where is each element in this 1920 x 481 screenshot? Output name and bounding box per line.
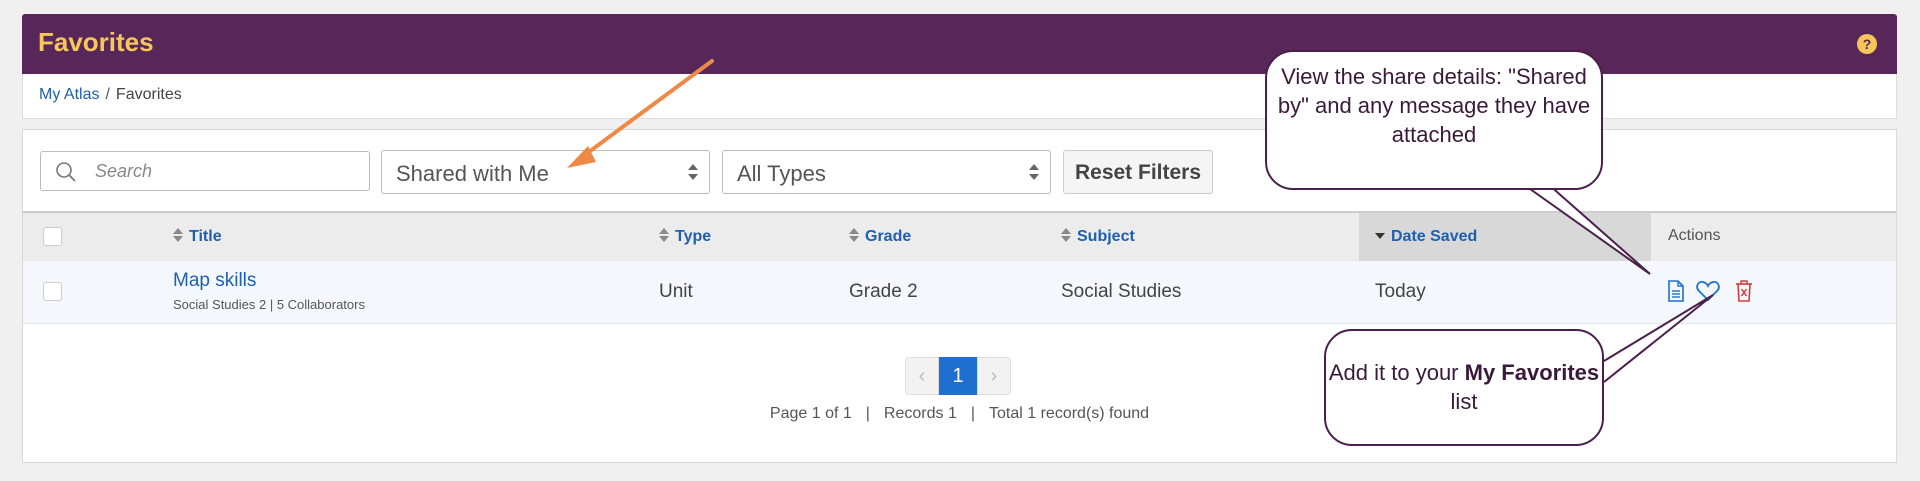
type-filter-select[interactable]: All Types: [722, 150, 1051, 194]
search-placeholder: Search: [95, 161, 153, 181]
favorites-callout-bold: My Favorites: [1464, 360, 1600, 385]
column-subject[interactable]: Subject: [1061, 227, 1135, 248]
row-grade: Grade 2: [849, 281, 918, 302]
reset-filters-button[interactable]: Reset Filters: [1063, 150, 1213, 194]
breadcrumb-separator: /: [105, 86, 110, 103]
breadcrumb: My Atlas / Favorites: [39, 86, 182, 104]
heart-icon[interactable]: [1696, 280, 1720, 307]
column-grade[interactable]: Grade: [849, 227, 911, 248]
shared-filter-select[interactable]: Shared with Me: [381, 150, 710, 194]
page-header: Favorites ?: [22, 14, 1897, 74]
sort-icon: [1061, 227, 1071, 248]
favorites-callout-suffix: list: [1450, 389, 1478, 414]
sort-icon: [173, 227, 183, 248]
column-date-saved[interactable]: Date Saved: [1375, 227, 1477, 248]
row-title-link[interactable]: Map skills: [173, 270, 256, 292]
document-icon[interactable]: [1667, 280, 1685, 307]
sort-icon: [849, 227, 859, 248]
favorites-callout-prefix: Add it to your: [1328, 360, 1465, 385]
sort-desc-icon: [1375, 227, 1385, 248]
favorites-callout: Add it to your My Favorites list: [1324, 329, 1604, 446]
shared-filter-value: Shared with Me: [396, 161, 549, 186]
prev-page-button[interactable]: ‹: [905, 357, 939, 395]
sort-icon: [659, 227, 669, 248]
select-arrows-icon: [1028, 162, 1040, 187]
column-actions: Actions: [1668, 227, 1721, 244]
share-details-callout: View the share details: "Shared by" and …: [1265, 50, 1603, 190]
search-icon: [55, 161, 77, 188]
breadcrumb-bar: My Atlas / Favorites: [22, 74, 1897, 119]
favorites-panel: Search Shared with Me All Types Reset Fi…: [22, 129, 1897, 463]
search-input[interactable]: Search: [40, 151, 370, 191]
current-page-button[interactable]: 1: [939, 357, 977, 395]
question-icon[interactable]: ?: [1857, 34, 1877, 54]
table-header: Title Type Grade Subject Date Saved Acti…: [23, 211, 1896, 262]
table-row: Map skills Social Studies 2 | 5 Collabor…: [23, 261, 1896, 324]
breadcrumb-my-atlas[interactable]: My Atlas: [39, 86, 99, 103]
page-info: Page 1 of 1: [769, 405, 852, 422]
trash-icon[interactable]: [1735, 280, 1753, 307]
row-checkbox[interactable]: [43, 282, 62, 301]
row-subject: Social Studies: [1061, 281, 1182, 302]
row-date-saved: Today: [1375, 281, 1426, 302]
column-type[interactable]: Type: [659, 227, 711, 248]
pagination-info: Page 1 of 1 | Records 1 | Total 1 record(s) …: [23, 405, 1896, 423]
info-divider: |: [865, 405, 870, 422]
row-type: Unit: [659, 281, 693, 302]
next-page-button[interactable]: ›: [977, 357, 1011, 395]
page-title: Favorites: [38, 27, 154, 57]
select-arrows-icon: [687, 162, 699, 187]
select-all-checkbox[interactable]: [43, 227, 62, 246]
records-info: Records 1: [883, 405, 957, 422]
breadcrumb-current: Favorites: [115, 86, 182, 103]
column-title[interactable]: Title: [173, 227, 222, 248]
type-filter-value: All Types: [737, 161, 826, 186]
pagination: ‹ 1 ›: [905, 357, 1013, 395]
info-divider: |: [970, 405, 975, 422]
row-meta: Social Studies 2 | 5 Collaborators: [173, 297, 365, 312]
total-info: Total 1 record(s) found: [989, 405, 1150, 422]
